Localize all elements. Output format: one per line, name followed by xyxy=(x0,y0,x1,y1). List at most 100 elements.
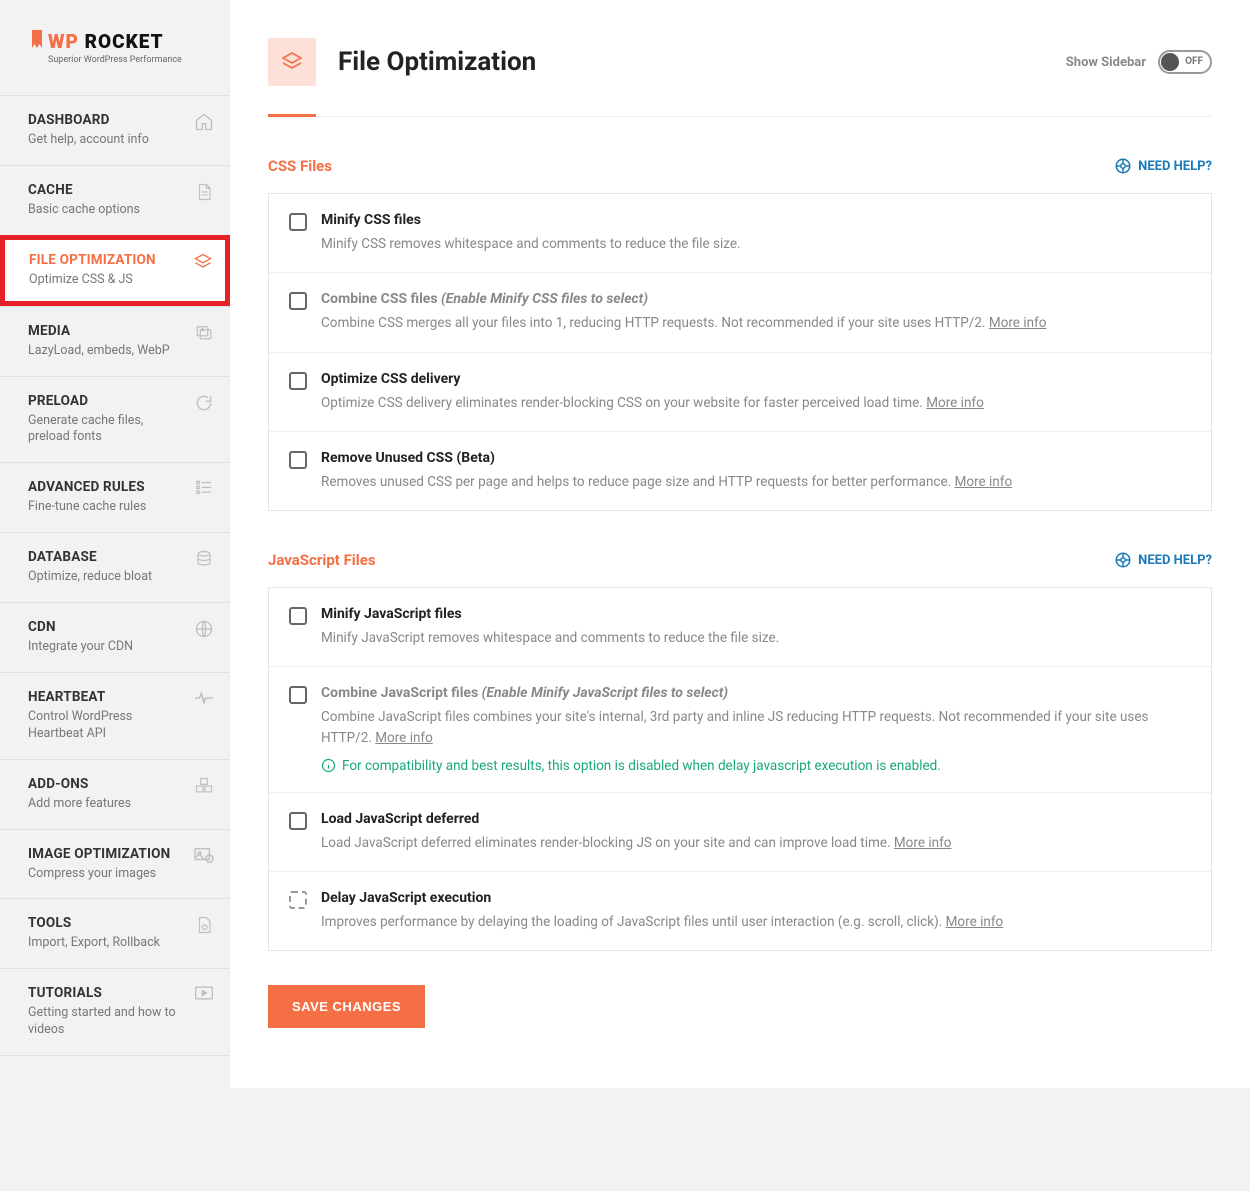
nav-item-title: MEDIA xyxy=(28,323,186,339)
option-title: Minify JavaScript files xyxy=(321,606,1191,622)
checkbox[interactable] xyxy=(289,372,307,390)
option-row: Minify JavaScript files Minify JavaScript… xyxy=(269,588,1211,666)
cubes-icon xyxy=(192,776,216,796)
nav-item-title: HEARTBEAT xyxy=(28,689,186,705)
more-info-link[interactable]: More info xyxy=(989,315,1047,331)
nav-item-title: ADD-ONS xyxy=(28,776,186,792)
more-info-link[interactable]: More info xyxy=(375,730,433,746)
need-help-link[interactable]: NEED HELP? xyxy=(1114,551,1212,569)
nav-item-title: DASHBOARD xyxy=(28,112,186,128)
sidebar-item-tutorials[interactable]: TUTORIALS Getting started and how to vide… xyxy=(0,968,230,1056)
nav-item-title: CACHE xyxy=(28,182,186,198)
option-desc: Combine CSS merges all your files into 1… xyxy=(321,313,1191,333)
nav-item-title: PRELOAD xyxy=(28,393,186,409)
page-header: File Optimization Show Sidebar OFF xyxy=(268,38,1212,117)
nav-item-sub: Optimize, reduce bloat xyxy=(28,569,186,586)
sidebar-item-image-optimization[interactable]: IMAGE OPTIMIZATIONCompress your images xyxy=(0,829,230,899)
nav-item-sub: Integrate your CDN xyxy=(28,639,186,656)
layers-icon xyxy=(268,38,316,86)
checkbox[interactable] xyxy=(289,292,307,310)
heartbeat-icon xyxy=(192,689,216,707)
info-icon xyxy=(321,758,336,773)
more-info-link[interactable]: More info xyxy=(926,395,984,411)
brand-logo: WP ROCKET Superior WordPress Performance xyxy=(0,0,230,85)
nav-item-sub: Fine-tune cache rules xyxy=(28,499,186,516)
more-info-link[interactable]: More info xyxy=(946,914,1004,930)
sidebar-item-tools[interactable]: TOOLS Import, Export, Rollback xyxy=(0,898,230,968)
checkbox[interactable] xyxy=(289,213,307,231)
brand-tagline: Superior WordPress Performance xyxy=(48,55,182,65)
compat-note: For compatibility and best results, this… xyxy=(321,758,1191,774)
show-sidebar-label: Show Sidebar xyxy=(1066,55,1146,70)
toggle-switch[interactable]: OFF xyxy=(1158,50,1212,74)
nav-item-sub: Compress your images xyxy=(28,866,186,883)
option-title: Optimize CSS delivery xyxy=(321,371,1191,387)
more-info-link[interactable]: More info xyxy=(955,474,1013,490)
nav-item-title: TUTORIALS xyxy=(28,985,186,1001)
sidebar-item-add-ons[interactable]: ADD-ONS Add more features xyxy=(0,759,230,829)
option-row: Combine JavaScript files (Enable Minify … xyxy=(269,666,1211,792)
js-panel: Minify JavaScript files Minify JavaScript… xyxy=(268,587,1212,951)
nav-item-title: CDN xyxy=(28,619,186,635)
save-button[interactable]: SAVE CHANGES xyxy=(268,985,425,1028)
help-icon xyxy=(1114,157,1132,175)
js-section-title: JavaScript Files xyxy=(268,551,376,569)
sidebar-item-heartbeat[interactable]: HEARTBEATControl WordPress Heartbeat API xyxy=(0,672,230,759)
more-info-link[interactable]: More info xyxy=(894,835,952,851)
sidebar-item-advanced-rules[interactable]: ADVANCED RULESFine-tune cache rules xyxy=(0,462,230,532)
option-desc: Optimize CSS delivery eliminates render-… xyxy=(321,393,1191,413)
nav-item-sub: Getting started and how to videos xyxy=(28,1005,186,1039)
option-row: Delay JavaScript execution Improves perfo… xyxy=(269,871,1211,950)
option-desc: Minify CSS removes whitespace and commen… xyxy=(321,234,1191,254)
option-desc: Minify JavaScript removes whitespace and… xyxy=(321,628,1191,648)
nav-item-title: TOOLS xyxy=(28,915,186,931)
image-compress-icon xyxy=(192,846,216,864)
option-row: Combine CSS files (Enable Minify CSS fil… xyxy=(269,272,1211,351)
sidebar-item-cdn[interactable]: CDN Integrate your CDN xyxy=(0,602,230,672)
nav-item-title: DATABASE xyxy=(28,549,186,565)
main-content: File Optimization Show Sidebar OFF CSS F… xyxy=(230,0,1250,1088)
sidebar: WP ROCKET Superior WordPress Performance… xyxy=(0,0,230,1088)
globe-icon xyxy=(192,619,216,639)
checkbox[interactable] xyxy=(289,812,307,830)
option-desc: Improves performance by delaying the loa… xyxy=(321,912,1191,932)
css-section-title: CSS Files xyxy=(268,157,332,175)
css-section: CSS Files NEED HELP? Minify CSS filesMin… xyxy=(268,157,1212,511)
nav-item-sub: LazyLoad, embeds, WebP xyxy=(28,343,186,360)
sidebar-item-cache[interactable]: CACHE Basic cache options xyxy=(0,165,230,235)
checkbox[interactable] xyxy=(289,891,307,909)
sidebar-item-database[interactable]: DATABASE Optimize, reduce bloat xyxy=(0,532,230,602)
home-icon xyxy=(192,112,216,132)
sidebar-item-media[interactable]: MEDIA LazyLoad, embeds, WebP xyxy=(0,306,230,376)
nav-item-sub: Import, Export, Rollback xyxy=(28,935,186,952)
images-icon xyxy=(192,323,216,341)
checkbox[interactable] xyxy=(289,607,307,625)
sidebar-item-file-optimization[interactable]: FILE OPTIMIZATIONOptimize CSS & JS xyxy=(0,235,230,306)
gear-file-icon xyxy=(192,915,216,935)
js-section: JavaScript Files NEED HELP? Minify JavaS… xyxy=(268,551,1212,951)
sidebar-item-preload[interactable]: PRELOAD Generate cache files, preload fon… xyxy=(0,376,230,463)
database-icon xyxy=(192,549,216,569)
file-icon xyxy=(192,182,216,202)
option-title: Minify CSS files xyxy=(321,212,1191,228)
nav-item-sub: Generate cache files, preload fonts xyxy=(28,413,186,447)
layers-icon xyxy=(191,252,215,272)
list-icon xyxy=(192,479,216,495)
checkbox[interactable] xyxy=(289,451,307,469)
option-desc: Combine JavaScript files combines your s… xyxy=(321,707,1191,748)
option-title: Delay JavaScript execution xyxy=(321,890,1191,906)
show-sidebar-toggle[interactable]: Show Sidebar OFF xyxy=(1066,50,1212,74)
need-help-link[interactable]: NEED HELP? xyxy=(1114,157,1212,175)
option-title: Remove Unused CSS (Beta) xyxy=(321,450,1191,466)
option-row: Load JavaScript deferredLoad JavaScript … xyxy=(269,792,1211,871)
option-title: Combine CSS files (Enable Minify CSS fil… xyxy=(321,291,1191,307)
nav-item-sub: Add more features xyxy=(28,796,186,813)
option-desc: Removes unused CSS per page and helps to… xyxy=(321,472,1191,492)
sidebar-nav: DASHBOARDGet help, account info CACHE Basi… xyxy=(0,95,230,1056)
css-panel: Minify CSS files Minify CSS removes white… xyxy=(268,193,1212,511)
option-title: Load JavaScript deferred xyxy=(321,811,1191,827)
option-row: Minify CSS files Minify CSS removes white… xyxy=(269,194,1211,272)
checkbox[interactable] xyxy=(289,686,307,704)
nav-item-sub: Basic cache options xyxy=(28,202,186,219)
sidebar-item-dashboard[interactable]: DASHBOARDGet help, account info xyxy=(0,95,230,165)
